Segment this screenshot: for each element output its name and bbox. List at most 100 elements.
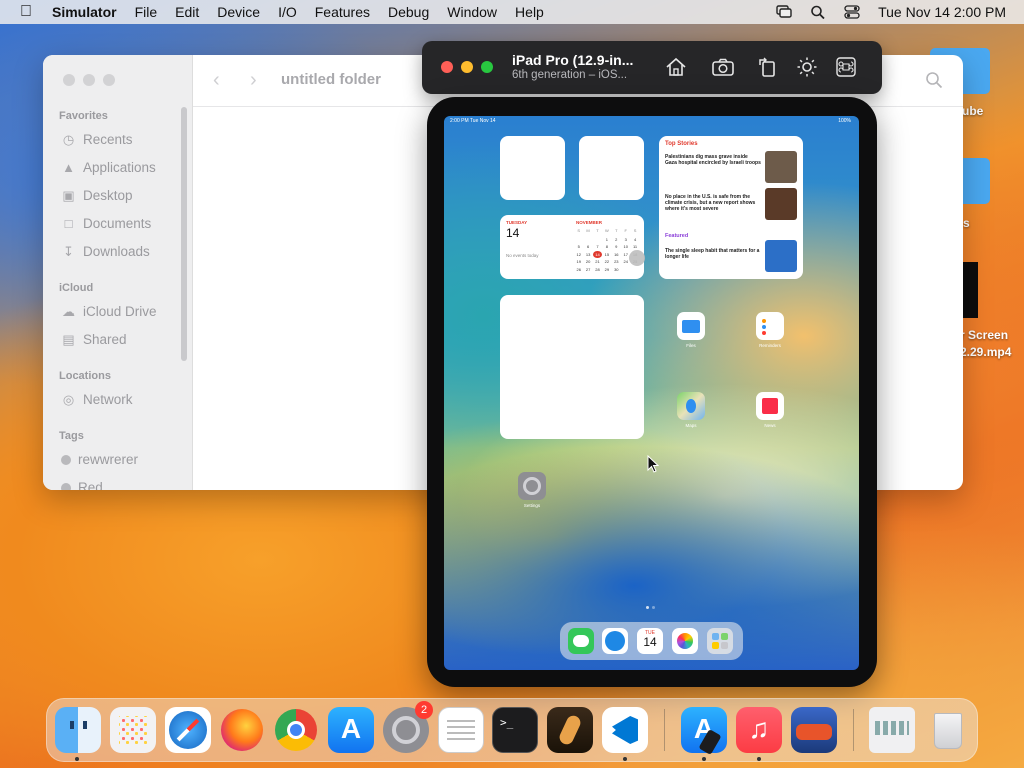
desktop-item-label[interactable]: ube [962,104,983,118]
close-button[interactable] [63,74,75,86]
calendar-weekday-label: W [604,228,609,233]
sidebar-item-recents[interactable]: ◷ Recents [61,132,133,147]
launchpad-app-icon[interactable] [110,707,156,753]
firefox-app-icon[interactable] [219,707,265,753]
sidebar-item-downloads[interactable]: ↧ Downloads [61,244,150,259]
app-store-app-icon[interactable]: A [328,707,374,753]
terminal-app-icon[interactable]: >_ [492,707,538,753]
sidebar-item-label: rewwrerer [78,452,139,467]
forward-arrow-icon[interactable]: › [250,69,257,92]
empty-widget[interactable] [500,136,565,200]
music-app-icon[interactable]: ♫ [736,707,782,753]
calendar-weekday-label: M [586,228,590,233]
desktop-item-label[interactable]: 2.29.mp4 [960,345,1011,359]
sidebar-item-label: Desktop [83,188,133,203]
calendar-widget[interactable]: TUESDAY 14 No events today NOVEMBER SMTW… [500,215,644,279]
files-app-icon[interactable] [677,312,705,340]
menu-io[interactable]: I/O [269,4,306,20]
xcode-simulator-app-icon[interactable]: A [681,707,727,756]
trash-icon[interactable] [925,707,971,753]
menubar-clock[interactable]: Tue Nov 14 2:00 PM [878,4,1006,20]
spotlight-search-icon[interactable] [810,5,826,19]
calendar-app-icon[interactable]: TUE 14 [637,628,663,654]
sidebar-item-desktop[interactable]: ▣ Desktop [61,188,133,203]
ipad-screen[interactable]: 2:00 PM Tue Nov 14 100% TUESDAY 14 No ev… [444,116,859,670]
dock-separator [853,709,854,751]
news-thumbnail [765,188,797,220]
assistive-touch-button[interactable] [629,250,645,266]
running-indicator [623,757,627,761]
menu-features[interactable]: Features [306,4,379,20]
calendar-date: 16 [614,251,619,257]
screenshot-camera-icon[interactable] [711,56,735,78]
zoom-button[interactable] [103,74,115,86]
textedit-app-icon[interactable] [438,707,484,753]
minimize-button[interactable] [461,61,473,73]
empty-widget[interactable] [579,136,644,200]
simulator-device-subtitle: 6th generation – iOS... [512,69,628,81]
safari-app-icon[interactable] [165,707,211,753]
desktop-icon: ▣ [62,188,75,203]
calendar-no-events: No events today [506,253,539,258]
news-widget[interactable]: Top Stories Palestinians dig mass grave … [659,136,803,279]
news-story[interactable]: The single sleep habit that matters for … [665,248,761,260]
screen-mirroring-icon[interactable] [776,5,792,19]
news-story[interactable]: No place in the U.S. is safe from the cl… [665,194,761,212]
menu-device[interactable]: Device [208,4,269,20]
ipad-device-frame: 2:00 PM Tue Nov 14 100% TUESDAY 14 No ev… [427,97,877,687]
safari-app-icon[interactable] [602,628,628,654]
menu-edit[interactable]: Edit [166,4,208,20]
news-story[interactable]: Palestinians dig mass grave inside Gaza … [665,154,761,166]
garageband-app-icon[interactable] [547,707,593,753]
menu-debug[interactable]: Debug [379,4,438,20]
menu-app-name[interactable]: Simulator [52,4,126,20]
news-header: Top Stories [665,141,698,147]
app-label-settings: Settings [523,503,541,508]
menu-help[interactable]: Help [506,4,553,20]
downloads-stack-icon[interactable] [869,707,915,753]
control-center-icon[interactable] [844,5,860,19]
back-arrow-icon[interactable]: ‹ [213,69,220,92]
sidebar-item-documents[interactable]: □ Documents [61,216,152,231]
sidebar-item-shared[interactable]: ▤ Shared [61,332,126,347]
search-icon[interactable] [925,71,943,89]
close-button[interactable] [441,61,453,73]
sidebar-scrollbar[interactable] [181,107,187,361]
appearance-brightness-icon[interactable] [795,56,819,78]
minimize-button[interactable] [83,74,95,86]
sidebar-item-tag-red[interactable]: Red [61,480,103,490]
desktop-item-label[interactable]: s [963,216,970,230]
vscode-app-icon[interactable] [602,707,648,753]
finder-app-icon[interactable] [55,707,101,753]
menu-window[interactable]: Window [438,4,506,20]
calendar-date: 19 [576,259,581,265]
menu-file[interactable]: File [126,4,167,20]
sidebar-item-applications[interactable]: ▲ Applications [61,160,156,175]
car-game-app-icon[interactable] [791,707,837,753]
macos-dock: A 2 >_ A ♫ [46,698,978,762]
calendar-date: 8 [605,244,608,250]
sidebar-item-tag[interactable]: rewwrerer [61,452,138,467]
settings-app-icon[interactable] [518,472,546,500]
apple-menu-icon[interactable]:  [0,3,52,21]
news-app-icon[interactable] [756,392,784,420]
sidebar-item-network[interactable]: ◎ Network [61,392,133,407]
document-icon: □ [64,216,73,231]
empty-widget[interactable] [500,295,644,439]
desktop-item-label[interactable]: r Screen [960,328,1008,342]
app-library-icon[interactable] [707,628,733,654]
messages-app-icon[interactable] [568,628,594,654]
command-key-icon[interactable] [834,56,858,78]
calendar-date: 10 [623,244,628,250]
chrome-app-icon[interactable] [273,707,319,753]
photos-app-icon[interactable] [672,628,698,654]
zoom-button[interactable] [481,61,493,73]
page-indicator[interactable] [646,606,655,609]
home-icon[interactable] [664,56,688,78]
download-icon: ↧ [63,244,74,259]
reminders-app-icon[interactable] [756,312,784,340]
rotate-device-icon[interactable] [756,56,780,78]
maps-app-icon[interactable] [677,392,705,420]
tag-dot-icon [61,454,71,465]
sidebar-item-icloud-drive[interactable]: ☁ iCloud Drive [61,304,157,319]
